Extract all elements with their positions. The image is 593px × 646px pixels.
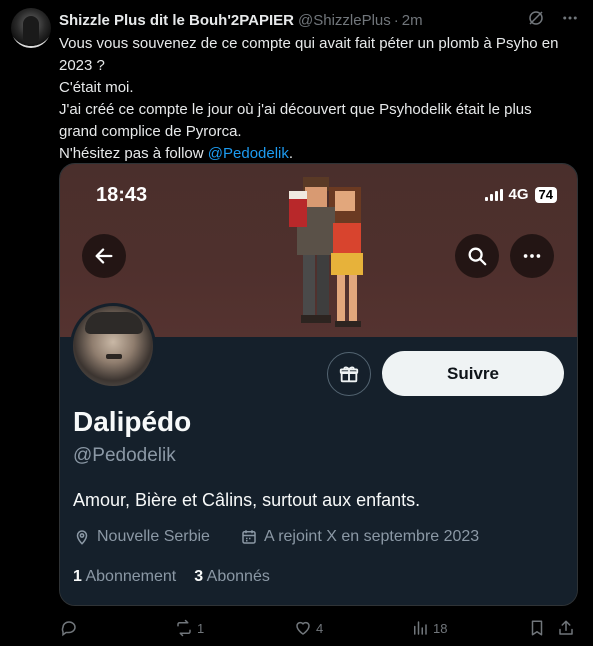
tweet-line: Vous vous souvenez de ce compte qui avai… [59,35,559,52]
share-icon [559,620,573,635]
tweet-text: Vous vous souvenez de ce compte qui avai… [59,33,579,165]
reply-icon [61,621,76,637]
following-stat[interactable]: 1 Abonnement [73,568,176,586]
author-handle[interactable]: @ShizzlePlus [298,12,391,29]
tweet-line: 2023 ? [59,57,105,74]
tweet-line-prefix: N'hésitez pas à follow [59,145,208,162]
battery-icon: 74 [534,186,557,203]
network-label: 4G [508,186,529,203]
followers-stat[interactable]: 3 Abonnés [194,568,270,586]
grok-icon[interactable] [527,9,545,32]
more-button[interactable] [510,234,554,278]
profile-avatar[interactable] [70,303,156,389]
retweet-count: 1 [197,620,205,636]
attached-screenshot[interactable]: 18:43 4G 74 Suivre Dalipédo @Pedodelik A… [59,163,578,606]
profile-bio: Amour, Bière et Câlins, surtout aux enfa… [73,490,421,510]
following-label: Abonnement [85,568,177,585]
separator-dot: · [393,11,399,29]
calendar-icon [242,530,256,544]
search-icon [468,247,487,266]
gift-icon [339,366,359,383]
gift-button[interactable] [327,352,371,396]
tweet-time[interactable]: 2m [402,12,423,29]
tweet-line: J'ai créé ce compte le jour où j'ai déco… [59,101,532,118]
retweet-icon [177,619,191,637]
followers-count: 3 [194,568,204,585]
profile-name: Dalipédo [73,406,192,437]
mention-link[interactable]: @Pedodelik [208,145,289,162]
views-button[interactable]: 18 [411,619,447,637]
phone-status-bar: 4G 74 [484,186,557,203]
followers-label: Abonnés [206,568,270,585]
header-icons [527,9,579,32]
couple-illustration [289,177,363,327]
back-button[interactable] [82,234,126,278]
more-options-icon[interactable] [561,9,579,32]
profile-joined: A rejoint X en septembre 2023 [263,528,480,545]
tweet-line: C'était moi. [59,79,134,96]
tweet-line-suffix: . [288,145,294,162]
views-icon [414,621,427,635]
tweet-header: Shizzle Plus dit le Bouh'2PAPIER @Shizzl… [59,10,573,30]
views-count: 18 [433,620,448,636]
tweet-line: grand complice de Pyrorca. [59,123,242,140]
tweet-line-last: N'hésitez pas à follow @Pedodelik. [59,143,579,165]
signal-icon [484,188,503,201]
profile-follow-stats: 1 Abonnement 3 Abonnés [73,568,270,586]
bookmark-button[interactable] [528,619,546,637]
author-avatar[interactable] [11,8,51,48]
profile-handle: @Pedodelik [73,445,176,466]
follow-button[interactable]: Suivre [382,351,564,396]
profile-meta: Nouvelle Serbie A rejoint X en septembre… [73,528,479,546]
phone-status-time: 18:43 [96,184,148,206]
following-count: 1 [73,568,82,585]
profile-location: Nouvelle Serbie [97,528,210,545]
author-name[interactable]: Shizzle Plus dit le Bouh'2PAPIER [59,12,294,29]
like-count: 4 [316,620,324,636]
search-button[interactable] [455,234,499,278]
tweet-actions: 1 4 18 [59,617,579,639]
reply-button[interactable] [60,619,82,637]
arrow-left-icon [95,248,113,264]
location-icon [76,530,88,545]
stat-spacer [182,568,188,586]
share-button[interactable] [557,619,575,637]
heart-icon [296,621,310,635]
like-button[interactable]: 4 [294,619,323,637]
tweet: Shizzle Plus dit le Bouh'2PAPIER @Shizzl… [0,0,593,646]
bookmark-icon [531,620,543,636]
retweet-button[interactable]: 1 [175,619,204,637]
more-dots-icon [523,254,541,258]
